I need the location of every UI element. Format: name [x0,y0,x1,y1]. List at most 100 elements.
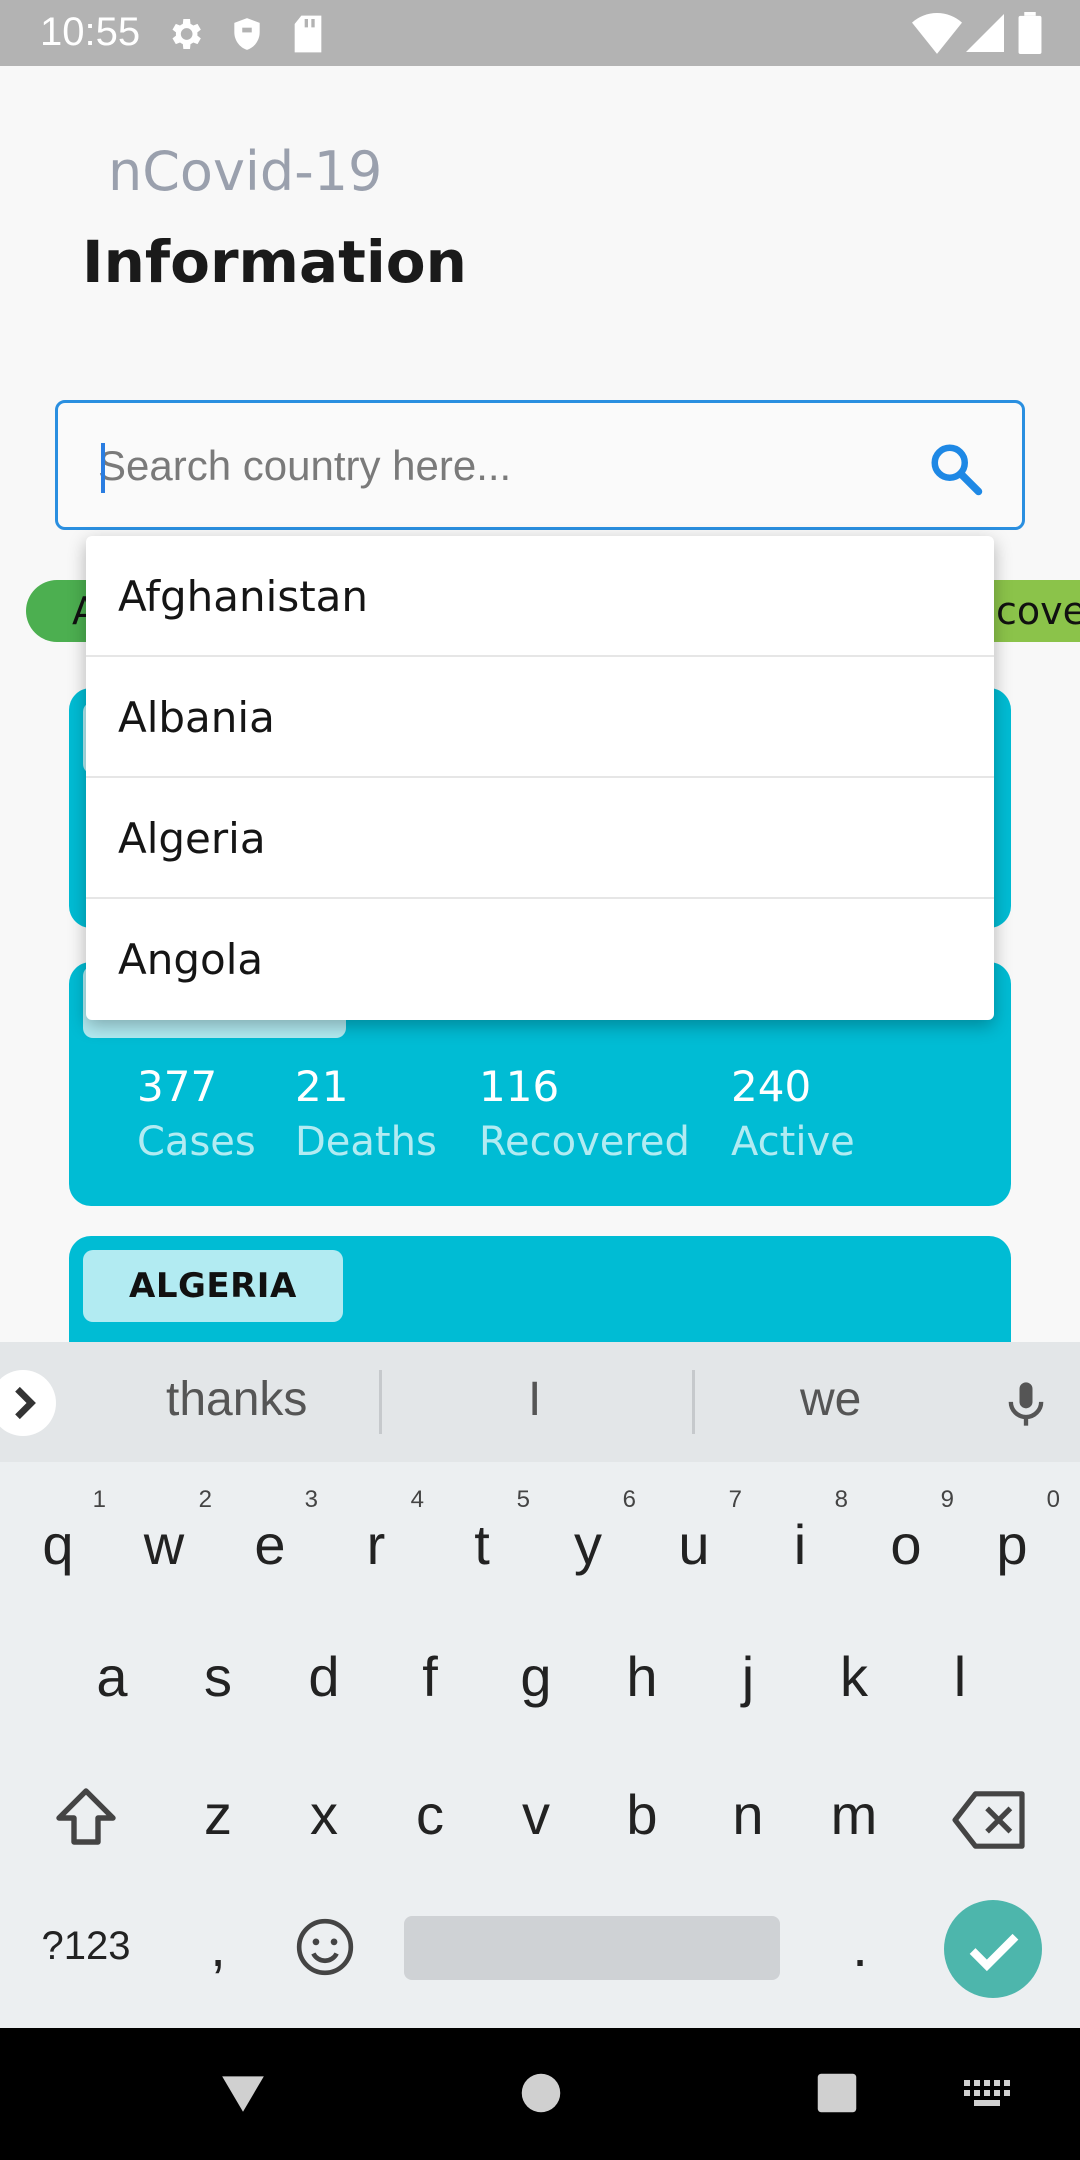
key-x[interactable]: x [284,1782,364,1847]
country-dropdown: Afghanistan Albania Algeria Angola [86,536,994,1020]
text-cursor [101,443,105,493]
key-u-hint: 7 [728,1486,742,1513]
key-i[interactable]: i8 [760,1486,848,1577]
key-h[interactable]: h [602,1644,682,1709]
search-icon[interactable] [926,439,986,499]
key-z[interactable]: z [178,1782,258,1847]
key-w[interactable]: w2 [124,1486,212,1577]
dropdown-option-algeria[interactable]: Algeria [86,778,994,899]
sd-card-icon [294,15,322,53]
navigation-bar [0,2028,1080,2160]
key-k[interactable]: k [814,1644,894,1709]
shield-icon [234,18,260,50]
chip-recovered-label: cove [996,589,1080,633]
stat-cases-label: Cases [137,1119,256,1165]
key-t-label: t [474,1513,490,1576]
stat-deaths-value: 21 [295,1062,349,1111]
key-a[interactable]: a [72,1644,152,1709]
emoji-icon[interactable] [294,1916,356,1978]
search-input[interactable] [98,431,918,501]
search-box[interactable] [55,400,1025,530]
checkmark-icon [969,1933,1019,1972]
suggestion-divider [692,1370,695,1434]
key-i-label: i [793,1513,807,1576]
suggestion-divider [379,1370,382,1434]
key-q-hint: 1 [92,1486,106,1513]
key-w-hint: 2 [198,1486,212,1513]
suggestion-3[interactable]: we [800,1372,861,1427]
key-e[interactable]: e3 [230,1486,318,1577]
status-bar: 10:55 [0,0,1080,66]
key-p[interactable]: p0 [972,1486,1060,1577]
app-title: nCovid-19 [108,140,383,203]
key-y[interactable]: y6 [548,1486,636,1577]
key-o-label: o [890,1513,922,1576]
soft-keyboard: thanks I we q1 w2 e3 r4 t5 y6 u7 i8 o9 p… [0,1342,1080,2028]
key-t[interactable]: t5 [442,1486,530,1577]
dropdown-option-afghanistan[interactable]: Afghanistan [86,536,994,657]
key-q[interactable]: q1 [18,1486,106,1577]
stat-recovered: 116 Recovered [479,1062,690,1165]
key-c[interactable]: c [390,1782,470,1847]
key-y-hint: 6 [622,1486,636,1513]
stat-deaths-label: Deaths [295,1119,437,1165]
key-j[interactable]: j [708,1644,788,1709]
enter-button[interactable] [944,1900,1042,1998]
key-u[interactable]: u7 [654,1486,742,1577]
key-r-label: r [366,1513,386,1576]
key-o[interactable]: o9 [866,1486,954,1577]
period-key[interactable]: . [820,1914,900,1979]
key-q-label: q [42,1513,74,1576]
microphone-icon[interactable] [1000,1376,1052,1432]
key-g[interactable]: g [496,1644,576,1709]
key-i-hint: 8 [834,1486,848,1513]
status-time: 10:55 [40,10,141,54]
key-u-label: u [678,1513,710,1576]
suggestion-1[interactable]: thanks [166,1372,307,1427]
suggestion-2[interactable]: I [528,1372,541,1427]
stat-cases: 377 Cases [137,1062,256,1165]
keyboard-switch-icon[interactable] [962,2078,1010,2110]
shift-icon[interactable] [50,1782,122,1854]
country-tag: ALGERIA [83,1250,343,1322]
back-icon[interactable] [218,2068,268,2118]
stat-cases-value: 377 [137,1062,218,1111]
stat-deaths: 21 Deaths [295,1062,437,1165]
stat-recovered-value: 116 [479,1062,560,1111]
battery-icon [1018,12,1042,54]
gear-icon [172,19,201,49]
expand-toolbar-button[interactable] [0,1370,56,1436]
stat-active: 240 Active [731,1062,855,1165]
key-w-label: w [143,1513,185,1576]
key-e-hint: 3 [304,1486,318,1513]
backspace-icon[interactable] [952,1788,1028,1852]
space-bar[interactable] [404,1916,780,1980]
key-e-label: e [254,1513,286,1576]
signal-icon [966,14,1004,52]
dropdown-option-albania[interactable]: Albania [86,657,994,778]
comma-key[interactable]: , [178,1914,258,1979]
key-r[interactable]: r4 [336,1486,424,1577]
key-s[interactable]: s [178,1644,258,1709]
home-icon[interactable] [520,2072,562,2114]
key-f[interactable]: f [390,1644,470,1709]
key-m[interactable]: m [814,1782,894,1847]
key-p-hint: 0 [1046,1486,1060,1513]
stat-recovered-label: Recovered [479,1119,690,1165]
recents-icon[interactable] [816,2072,858,2114]
key-r-hint: 4 [410,1486,424,1513]
key-d[interactable]: d [284,1644,364,1709]
stat-active-value: 240 [731,1062,812,1111]
key-o-hint: 9 [940,1486,954,1513]
wifi-icon [912,13,962,54]
page-title: Information [82,228,467,296]
key-v[interactable]: v [496,1782,576,1847]
key-l[interactable]: l [920,1644,1000,1709]
key-n[interactable]: n [708,1782,788,1847]
key-t-hint: 5 [516,1486,530,1513]
key-p-label: p [996,1513,1028,1576]
key-b[interactable]: b [602,1782,682,1847]
suggestion-bar: thanks I we [0,1342,1080,1462]
symbols-key[interactable]: ?123 [36,1924,136,1969]
dropdown-option-angola[interactable]: Angola [86,899,994,1020]
